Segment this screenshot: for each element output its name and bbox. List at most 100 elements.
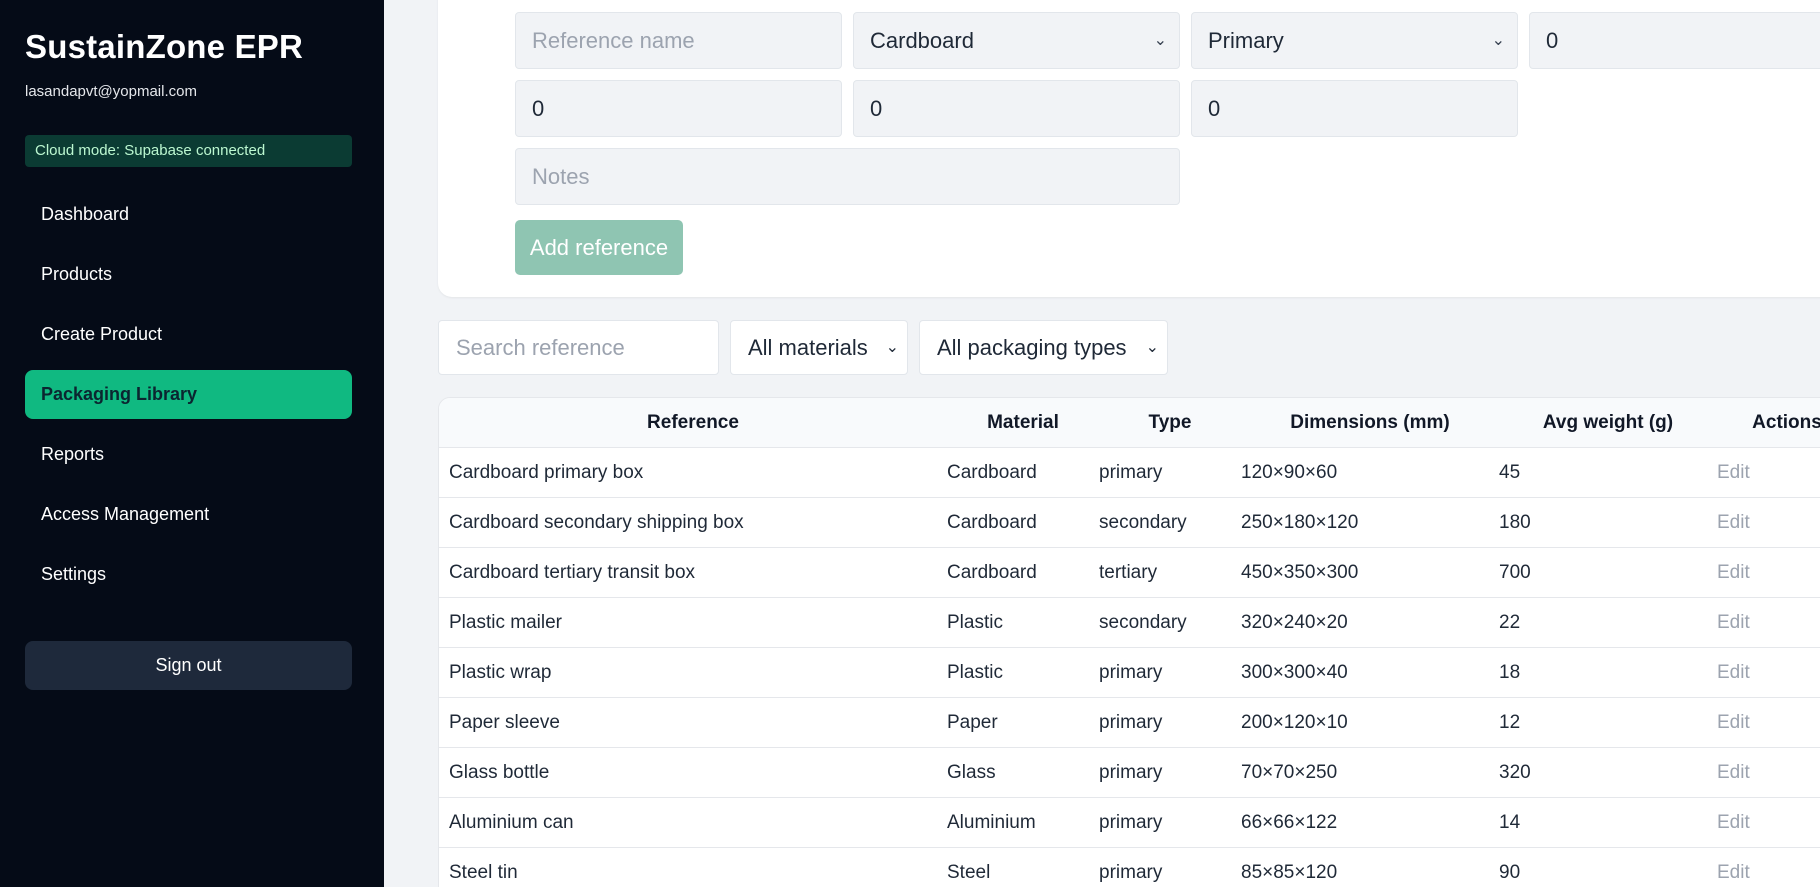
cell-material: Glass [947,762,996,783]
add-reference-button[interactable]: Add reference [515,220,683,275]
cell-dimensions: 85×85×120 [1241,862,1338,883]
cell-material: Plastic [947,662,1003,683]
cell-dimensions: 320×240×20 [1241,612,1348,633]
chevron-down-icon: ⌄ [1153,32,1167,49]
cell-reference: Aluminium can [449,812,574,833]
sidebar-item-packaging-library[interactable]: Packaging Library [25,370,352,419]
cell-dimensions: 450×350×300 [1241,562,1359,583]
column-header-weight: Avg weight (g) [1542,412,1674,433]
notes-input[interactable]: Notes [515,148,1180,205]
edit-button[interactable]: Edit [1717,548,1750,598]
sidebar: SustainZone EPR lasandapvt@yopmail.com C… [0,0,384,887]
edit-button[interactable]: Edit [1717,798,1750,848]
edit-button[interactable]: Edit [1717,648,1750,698]
packaging-table: Reference Material Type Dimensions (mm) … [438,397,1820,887]
cell-material: Aluminium [947,812,1036,833]
cell-reference: Cardboard primary box [449,462,644,483]
cell-material: Steel [947,862,991,883]
cell-material: Cardboard [947,512,1037,533]
cell-material: Paper [947,712,998,733]
packaging-type-select[interactable]: Primary ⌄ [1191,12,1518,69]
cell-dimensions: 300×300×40 [1241,662,1348,683]
sidebar-item-settings[interactable]: Settings [25,550,352,599]
cell-dimensions: 70×70×250 [1241,762,1338,783]
cell-reference: Paper sleeve [449,712,560,733]
cell-weight: 22 [1499,612,1521,633]
packaging-type-filter-value: All packaging types [937,335,1127,360]
edit-button[interactable]: Edit [1717,498,1750,548]
column-header-type: Type [1148,412,1192,433]
chevron-down-icon: ⌄ [885,339,899,356]
reference-name-input[interactable]: Reference name [515,12,842,69]
table-header: Reference Material Type Dimensions (mm) … [439,398,1820,448]
numeric-field-3[interactable]: 0 [853,80,1180,137]
cell-weight: 45 [1499,462,1521,483]
packaging-type-filter-select[interactable]: All packaging types ⌄ [919,320,1168,375]
search-reference-input[interactable]: Search reference [438,320,719,375]
cell-type: primary [1099,712,1163,733]
cell-reference: Cardboard secondary shipping box [449,512,744,533]
table-row: Plastic mailer Plastic secondary 320×240×20… [439,598,1820,648]
cell-type: primary [1099,462,1163,483]
cell-weight: 180 [1499,512,1531,533]
edit-button[interactable]: Edit [1717,598,1750,648]
add-reference-form: Reference name Cardboard ⌄ Primary ⌄ 0 0… [438,0,1820,297]
cell-material: Cardboard [947,462,1037,483]
cell-reference: Plastic mailer [449,612,562,633]
sidebar-nav: Dashboard Products Create Product Packag… [25,190,352,610]
chevron-down-icon: ⌄ [1491,32,1505,49]
cell-reference: Plastic wrap [449,662,552,683]
app-brand: SustainZone EPR [25,28,304,65]
sidebar-item-create-product[interactable]: Create Product [25,310,352,359]
cell-type: secondary [1099,612,1187,633]
cell-weight: 18 [1499,662,1521,683]
cell-dimensions: 200×120×10 [1241,712,1348,733]
cell-weight: 320 [1499,762,1531,783]
column-header-material: Material [987,412,1059,433]
cell-dimensions: 250×180×120 [1241,512,1359,533]
cell-dimensions: 66×66×122 [1241,812,1338,833]
sidebar-item-dashboard[interactable]: Dashboard [25,190,352,239]
material-filter-select[interactable]: All materials ⌄ [730,320,908,375]
edit-button[interactable]: Edit [1717,698,1750,748]
cell-reference: Steel tin [449,862,518,883]
table-row: Cardboard primary box Cardboard primary 120… [439,448,1820,498]
table-row: Cardboard tertiary transit box Cardboard t… [439,548,1820,598]
table-row: Steel tin Steel primary 85×85×120 90 Edit [439,848,1820,887]
cell-type: secondary [1099,512,1187,533]
user-email: lasandapvt@yopmail.com [25,83,197,100]
cell-type: primary [1099,812,1163,833]
cell-reference: Cardboard tertiary transit box [449,562,696,583]
sign-out-button[interactable]: Sign out [25,641,352,690]
cell-material: Plastic [947,612,1003,633]
packaging-type-select-value: Primary [1208,28,1284,53]
cell-material: Cardboard [947,562,1037,583]
table-row: Paper sleeve Paper primary 200×120×10 12 Edit [439,698,1820,748]
cloud-status-badge: Cloud mode: Supabase connected [25,135,352,167]
cell-weight: 700 [1499,562,1531,583]
cell-type: tertiary [1099,562,1158,583]
numeric-field-1[interactable]: 0 [1529,12,1820,69]
numeric-field-2[interactable]: 0 [515,80,842,137]
edit-button[interactable]: Edit [1717,748,1750,798]
cell-weight: 14 [1499,812,1521,833]
column-header-dimensions: Dimensions (mm) [1290,412,1450,433]
sidebar-item-products[interactable]: Products [25,250,352,299]
material-filter-value: All materials [748,335,868,360]
sidebar-item-access-management[interactable]: Access Management [25,490,352,539]
table-row: Cardboard secondary shipping box Cardboar… [439,498,1820,548]
material-select[interactable]: Cardboard ⌄ [853,12,1180,69]
column-header-reference: Reference [647,412,739,433]
sidebar-item-reports[interactable]: Reports [25,430,352,479]
column-header-actions: Actions [1752,412,1820,433]
numeric-field-4[interactable]: 0 [1191,80,1518,137]
table-row: Glass bottle Glass primary 70×70×250 320 Edit [439,748,1820,798]
cell-type: primary [1099,762,1163,783]
cell-weight: 12 [1499,712,1521,733]
cell-type: primary [1099,862,1163,883]
cell-reference: Glass bottle [449,762,550,783]
edit-button[interactable]: Edit [1717,448,1750,498]
edit-button[interactable]: Edit [1717,848,1750,887]
cell-dimensions: 120×90×60 [1241,462,1338,483]
material-select-value: Cardboard [870,28,974,53]
